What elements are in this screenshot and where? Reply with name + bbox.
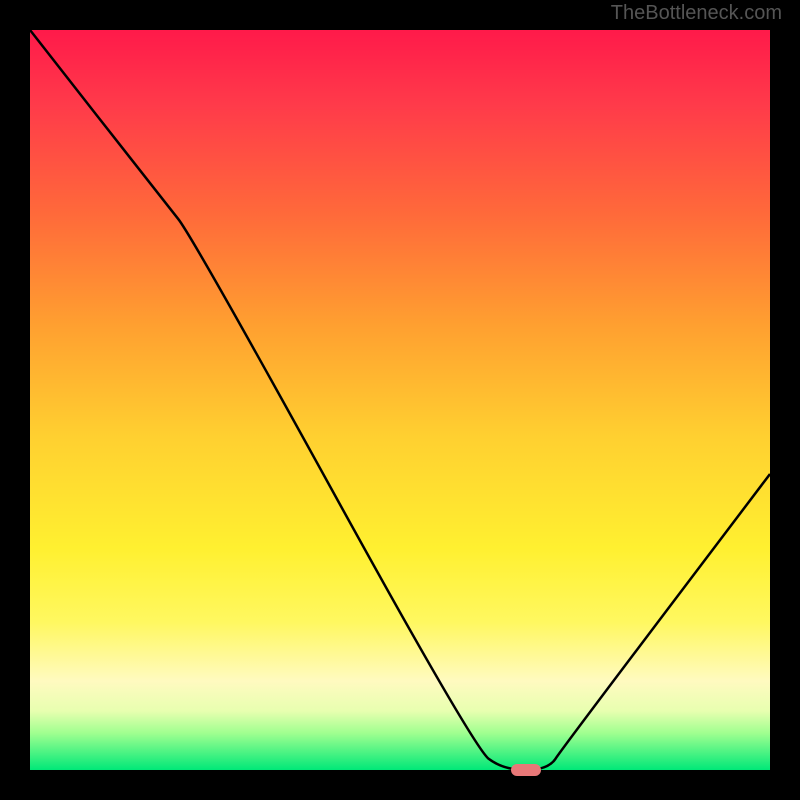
watermark-text: TheBottleneck.com xyxy=(611,2,782,25)
bottleneck-curve xyxy=(30,30,770,770)
optimal-point-marker xyxy=(511,764,541,776)
chart-plot-area xyxy=(30,30,770,770)
chart-svg xyxy=(30,30,770,770)
